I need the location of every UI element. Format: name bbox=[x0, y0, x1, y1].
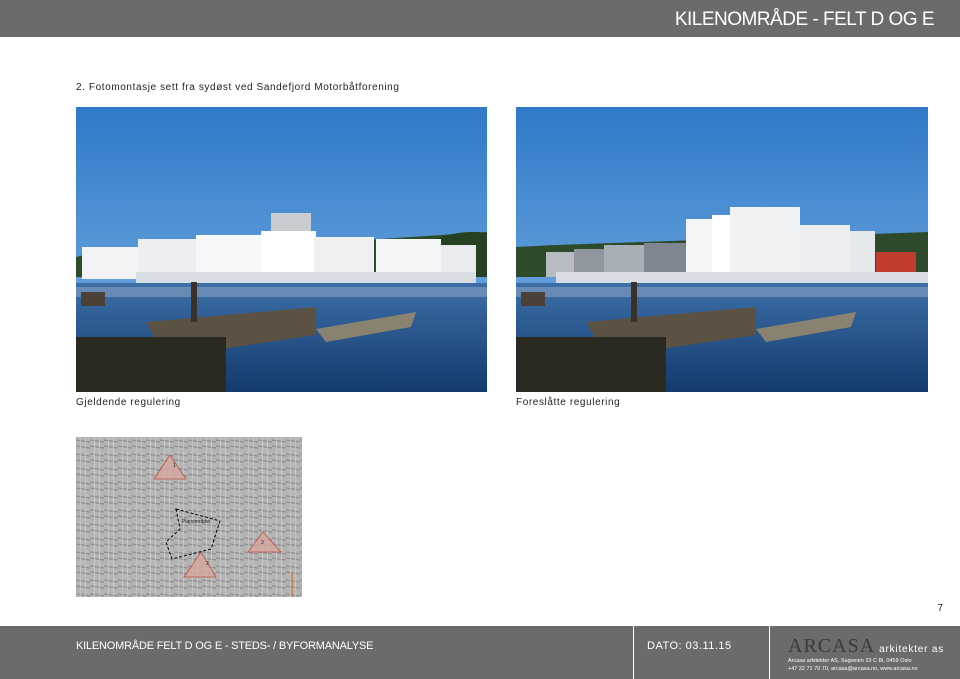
photomontage-proposed bbox=[516, 107, 928, 392]
footer-contact: +47 22 71 70 70, arcasa@arcasa.no, www.a… bbox=[788, 666, 918, 672]
map-marker-2: 2 bbox=[206, 561, 209, 567]
key-map: 1 3 2 Planområdet bbox=[76, 437, 302, 597]
logo-subtitle: arkitekter as bbox=[879, 644, 945, 655]
footer-divider bbox=[633, 626, 634, 679]
document-title: KILENOMRÅDE - FELT D OG E bbox=[674, 9, 935, 30]
page-number: 7 bbox=[937, 603, 943, 614]
map-marker-1: 1 bbox=[173, 463, 176, 469]
footer-divider bbox=[769, 626, 770, 679]
footer-bar: KILENOMRÅDE FELT D OG E - STEDS- / BYFOR… bbox=[0, 626, 960, 679]
section-title: 2. Fotomontasje sett fra sydøst ved Sand… bbox=[76, 82, 400, 93]
arcasa-logo: ARCASA arkitekter as bbox=[788, 635, 944, 658]
map-marker-3: 3 bbox=[261, 540, 264, 546]
caption-current: Gjeldende regulering bbox=[76, 397, 181, 408]
caption-proposed: Foreslåtte regulering bbox=[516, 397, 621, 408]
logo-brand: ARCASA bbox=[788, 635, 876, 657]
photomontage-current bbox=[76, 107, 487, 392]
footer-project-title: KILENOMRÅDE FELT D OG E - STEDS- / BYFOR… bbox=[76, 640, 374, 652]
footer-date: DATO: 03.11.15 bbox=[647, 640, 732, 652]
header-bar: KILENOMRÅDE - FELT D OG E bbox=[0, 0, 960, 37]
footer-address: Arcasa arkitekter AS, Sagveien 23 C Bl, … bbox=[788, 658, 912, 664]
map-label-plan-area: Planområdet bbox=[182, 519, 211, 525]
